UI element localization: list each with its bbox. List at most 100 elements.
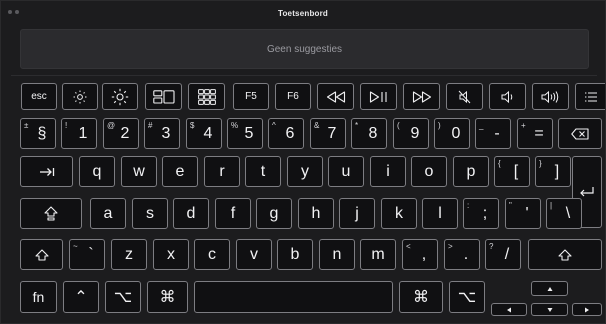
fast-forward-key[interactable]	[403, 83, 440, 110]
brightness-up-key[interactable]	[102, 83, 138, 110]
key-label: u	[341, 162, 351, 180]
letter-key[interactable]: x	[153, 239, 189, 270]
control-key[interactable]: ⌃	[63, 281, 99, 313]
letter-key[interactable]: t	[245, 156, 281, 187]
arrow-right-key[interactable]	[572, 303, 602, 316]
suggestion-bar: Geen suggesties	[20, 29, 589, 69]
space-key[interactable]	[194, 281, 393, 313]
letter-key[interactable]: z	[111, 239, 147, 270]
launchpad-key[interactable]	[188, 83, 225, 110]
key-label: 5	[244, 124, 254, 142]
letter-key[interactable]: r	[204, 156, 240, 187]
letter-key[interactable]: l	[422, 198, 458, 229]
number-key[interactable]: (9	[393, 118, 429, 149]
number-key[interactable]: & 7	[310, 118, 346, 149]
mute-key[interactable]	[446, 83, 483, 110]
letter-key[interactable]: u	[328, 156, 364, 187]
letter-key[interactable]: n	[319, 239, 355, 270]
letter-key[interactable]: v	[236, 239, 272, 270]
letter-key[interactable]: p	[453, 156, 489, 187]
rewind-key[interactable]	[317, 83, 354, 110]
arrow-down-key[interactable]	[531, 303, 568, 316]
number-key[interactable]: % 5	[227, 118, 263, 149]
punct-key[interactable]: <,	[402, 239, 438, 270]
key-label: z	[125, 245, 133, 263]
bracket-key[interactable]: {[	[494, 156, 530, 187]
letter-key[interactable]: y	[287, 156, 323, 187]
fn-key[interactable]: fn	[20, 281, 57, 313]
key-label: a	[103, 204, 113, 222]
volume-up-key[interactable]	[532, 83, 569, 110]
letter-key[interactable]: g	[256, 198, 292, 229]
number-key[interactable]: $4	[186, 118, 222, 149]
arrow-up-key[interactable]	[531, 281, 568, 296]
letter-key[interactable]: e	[162, 156, 198, 187]
volume-down-key[interactable]	[489, 83, 526, 110]
esc-key[interactable]: esc	[21, 83, 57, 110]
number-key[interactable]: #3	[144, 118, 180, 149]
key-label: 1	[78, 124, 88, 142]
punct-key[interactable]: | \	[546, 198, 582, 229]
number-key[interactable]: @2	[103, 118, 139, 149]
mission-control-key[interactable]	[145, 83, 182, 110]
volume-up-icon	[540, 90, 562, 104]
punct-key[interactable]: " '	[505, 198, 541, 229]
brightness-down-key[interactable]	[62, 83, 98, 110]
play-pause-icon	[369, 90, 389, 103]
letter-key[interactable]: f	[215, 198, 251, 229]
number-key[interactable]: * 8	[351, 118, 387, 149]
left-option-key[interactable]: ⌥	[105, 281, 141, 313]
number-key[interactable]: _ -	[475, 118, 511, 149]
letter-key[interactable]: i	[370, 156, 406, 187]
f5-key[interactable]: F5	[233, 83, 269, 110]
key-label: j	[355, 204, 359, 222]
key-label: 3	[161, 124, 171, 142]
letter-key[interactable]: m	[360, 239, 396, 270]
key-label: d	[186, 204, 196, 222]
key-label: k	[395, 204, 403, 222]
grave-key[interactable]: ~ `	[69, 239, 105, 270]
key-label: v	[250, 245, 258, 263]
bracket-key[interactable]: }]	[535, 156, 571, 187]
letter-key[interactable]: w	[121, 156, 157, 187]
right-option-key[interactable]: ⌥	[449, 281, 485, 313]
f6-key[interactable]: F6	[275, 83, 311, 110]
punct-key[interactable]: ? /	[485, 239, 521, 270]
left-shift-key[interactable]	[20, 239, 63, 270]
key-label: \	[565, 204, 571, 222]
arrow-left-key[interactable]	[491, 303, 527, 316]
letter-key[interactable]: h	[298, 198, 334, 229]
divider	[11, 75, 597, 76]
letter-key[interactable]: d	[173, 198, 209, 229]
delete-key[interactable]	[558, 118, 602, 149]
tab-key[interactable]	[20, 156, 73, 187]
number-key[interactable]: ! 1	[61, 118, 97, 149]
number-key[interactable]: + =	[517, 118, 553, 149]
list-key[interactable]	[575, 83, 605, 110]
letter-key[interactable]: c	[194, 239, 230, 270]
key-label: =	[534, 124, 544, 142]
left-command-key[interactable]: ⌘	[147, 281, 188, 313]
caps-lock-key[interactable]	[20, 198, 82, 229]
number-key[interactable]: ) 0	[434, 118, 470, 149]
letter-key[interactable]: a	[90, 198, 126, 229]
right-shift-key[interactable]	[528, 239, 602, 270]
key-label: n	[332, 245, 342, 263]
play-pause-key[interactable]	[360, 83, 397, 110]
letter-key[interactable]: j	[339, 198, 375, 229]
letter-key[interactable]: o	[411, 156, 447, 187]
punct-key[interactable]: >.	[444, 239, 480, 270]
key-shift-label: &	[314, 121, 320, 130]
key-shift-label: !	[65, 121, 68, 130]
key-label: .	[463, 245, 469, 263]
number-key[interactable]: ^ 6	[268, 118, 304, 149]
key-shift-label: "	[509, 201, 512, 210]
brightness-up-icon	[111, 88, 129, 106]
letter-key[interactable]: s	[132, 198, 168, 229]
number-key[interactable]: ± §	[20, 118, 56, 149]
letter-key[interactable]: b	[277, 239, 313, 270]
right-command-key[interactable]: ⌘	[399, 281, 443, 313]
letter-key[interactable]: k	[381, 198, 417, 229]
letter-key[interactable]: q	[79, 156, 115, 187]
punct-key[interactable]: :;	[463, 198, 499, 229]
